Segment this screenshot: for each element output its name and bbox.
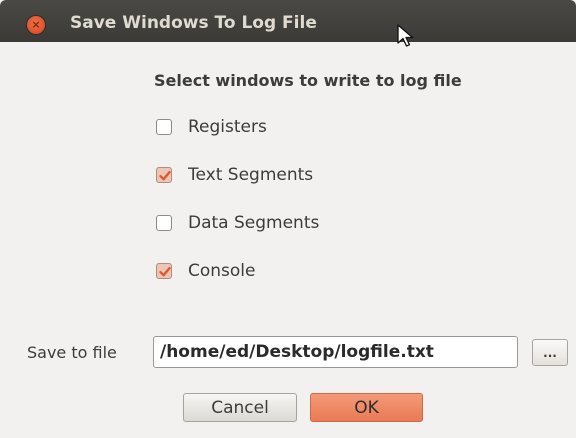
title-bar[interactable]: × Save Windows To Log File (0, 0, 576, 42)
ok-button[interactable]: OK (310, 393, 423, 422)
checkbox-text-segments[interactable]: Text Segments (156, 164, 313, 186)
checkbox-label: Data Segments (188, 213, 320, 233)
checkbox-label: Registers (188, 117, 267, 137)
window-title: Save Windows To Log File (70, 13, 317, 33)
checkmark-icon (159, 171, 171, 181)
checkbox-label: Text Segments (188, 165, 314, 185)
checkbox-data-segments[interactable]: Data Segments (156, 212, 319, 234)
checkbox-box[interactable] (156, 215, 172, 231)
checkbox-registers[interactable]: Registers (156, 116, 267, 138)
checkbox-box-checked[interactable] (156, 263, 172, 279)
save-to-file-label: Save to file (27, 343, 117, 362)
checkbox-box[interactable] (156, 119, 172, 135)
checkbox-label: Console (188, 261, 256, 281)
checkbox-box-checked[interactable] (156, 167, 172, 183)
checkbox-console[interactable]: Console (156, 260, 256, 282)
dialog-window: × Save Windows To Log File Select window… (0, 0, 576, 438)
section-heading: Select windows to write to log file (154, 71, 462, 90)
log-file-path-input[interactable] (153, 336, 518, 368)
close-icon[interactable]: × (27, 16, 45, 34)
cancel-button[interactable]: Cancel (183, 393, 297, 422)
browse-button[interactable]: ... (532, 339, 568, 366)
mouse-cursor-icon (397, 24, 414, 47)
checkmark-icon (159, 267, 171, 277)
